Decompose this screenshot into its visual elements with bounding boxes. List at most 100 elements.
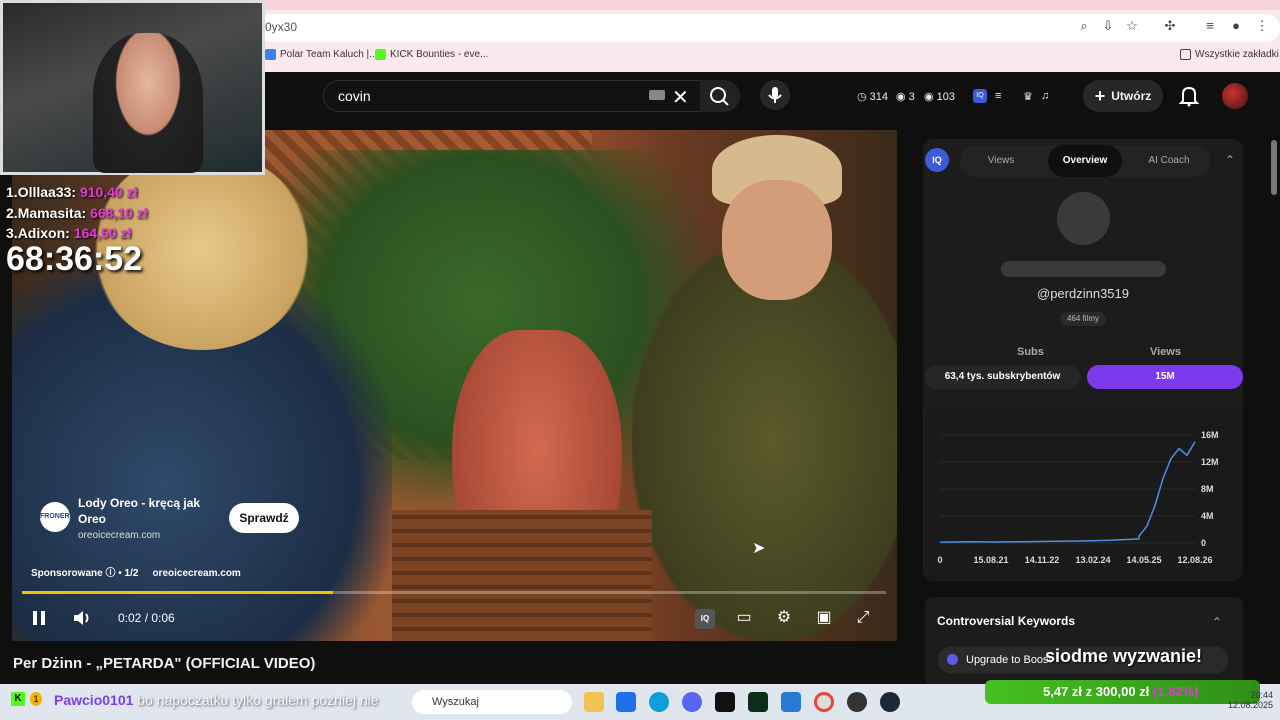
chart-svg: 0 4M 8M 12M 16M 0 15.08.21 14.11.22 13.02.24 14.0… <box>937 430 1219 565</box>
tab-views[interactable]: Views <box>970 145 1032 177</box>
extensions-icon[interactable]: ✣ <box>1162 18 1178 34</box>
notifications-button[interactable] <box>1178 84 1200 113</box>
ad-domain[interactable]: oreoicecream.com <box>78 530 160 541</box>
face-right <box>722 180 832 300</box>
vidiq-logo[interactable]: IQ <box>925 148 949 172</box>
collapse-icon[interactable]: ⌃ <box>1225 153 1235 167</box>
bell-small-icon[interactable]: ♫ <box>1041 90 1049 102</box>
x-tick-label: 14.11.22 <box>1025 555 1060 565</box>
bookmark-kick[interactable]: KICK Bounties - eve... <box>375 49 488 60</box>
obs-icon[interactable] <box>847 692 867 712</box>
trophy-icon[interactable]: ♛ <box>1023 90 1033 103</box>
views-value[interactable]: 15M <box>1087 365 1243 389</box>
x-tick-label: 13.02.24 <box>1075 555 1110 565</box>
scroll-thumb[interactable] <box>1271 140 1277 195</box>
kick-icon <box>375 49 386 60</box>
subathon-timer: 68:36:52 <box>6 240 143 278</box>
views-label: Views <box>1150 346 1181 358</box>
y-tick-label: 0 <box>1201 538 1206 548</box>
search-box[interactable] <box>323 80 703 112</box>
voice-search-button[interactable] <box>760 80 790 110</box>
tab-ai-coach[interactable]: AI Coach <box>1134 145 1204 177</box>
page-scrollbar[interactable] <box>1268 130 1280 684</box>
install-icon[interactable]: ⇩ <box>1100 18 1116 34</box>
volume-icon <box>74 611 89 625</box>
bell-icon <box>1178 86 1200 107</box>
edge-icon[interactable] <box>649 692 669 712</box>
account-avatar[interactable] <box>1222 83 1248 109</box>
time-display: 0:02 / 0:06 <box>118 611 175 625</box>
video-title: Per Dżinn - „PETARDA" (OFFICIAL VIDEO) <box>13 655 316 672</box>
folder-icon <box>1180 49 1191 60</box>
store-icon[interactable] <box>616 692 636 712</box>
subtitles-icon[interactable]: ▭ <box>734 608 754 628</box>
profile-icon[interactable]: ● <box>1228 18 1244 34</box>
y-tick-label: 8M <box>1201 484 1214 494</box>
tab-overview[interactable]: Overview <box>1048 145 1122 177</box>
ad-title[interactable]: Lody Oreo - kręcą jak Oreo <box>78 495 218 527</box>
file-explorer-icon[interactable] <box>584 692 604 712</box>
fullscreen-icon[interactable]: ⤢ <box>853 608 873 628</box>
bench <box>392 510 652 641</box>
list-icon[interactable]: ≡ <box>995 90 1001 102</box>
advertiser-logo[interactable]: FRONERI <box>40 502 72 532</box>
taskbar-search[interactable]: Wyszukaj <box>412 690 572 714</box>
bookmarks-folder[interactable]: Wszystkie zakładki <box>1180 49 1279 60</box>
keywords-collapse-icon[interactable]: ⌃ <box>1212 615 1222 629</box>
eye-stat-2: ◉ 103 <box>924 91 956 103</box>
donation-goal: 5,47 zł z 300,00 zł (1.82%) <box>985 680 1260 704</box>
bookmark-polar[interactable]: Polar Team Kaluch |... <box>265 49 377 60</box>
vidiq-player-icon[interactable]: IQ <box>695 609 715 629</box>
views-chart: 0 4M 8M 12M 16M 0 15.08.21 14.11.22 13.02.24 14.0… <box>925 405 1243 580</box>
y-tick-label: 4M <box>1201 511 1214 521</box>
channel-handle[interactable]: @perdzinn3519 <box>1000 286 1166 301</box>
leaderboard-row: 2.Mamasita: 668,10 zł <box>6 205 148 221</box>
vidiq-header-icon[interactable]: IQ <box>973 89 987 103</box>
leaderboard-row: 3.Adixon: 164,50 zł <box>6 225 132 241</box>
streamer <box>93 33 203 173</box>
url-text[interactable]: 0yx30 <box>265 20 297 34</box>
eye-icon: ◉ <box>896 91 906 103</box>
theater-mode-icon[interactable]: ▣ <box>814 608 834 628</box>
eye-icon: ◉ <box>924 91 934 103</box>
badge-icon: 1 <box>30 692 42 706</box>
leaderboard-row: 1.Olllaa33: 910,40 zł <box>6 184 138 200</box>
nvidia-icon[interactable] <box>748 692 768 712</box>
volume-button[interactable] <box>72 608 92 628</box>
reading-list-icon[interactable]: ≡ <box>1202 18 1218 34</box>
clock-stat: ◷ 314 <box>857 91 889 103</box>
tiktok-icon[interactable] <box>715 692 735 712</box>
create-button[interactable]: + Utwórz <box>1083 80 1163 112</box>
menu-icon[interactable]: ⋮ <box>1254 18 1270 34</box>
search-button[interactable] <box>700 80 740 112</box>
mouse-cursor-icon: ➤ <box>752 540 766 557</box>
chrome-icon[interactable] <box>814 692 834 712</box>
clock-icon: ◷ <box>857 91 867 103</box>
boost-icon <box>947 654 958 665</box>
discord-icon[interactable] <box>682 692 702 712</box>
y-tick-label: 12M <box>1201 457 1219 467</box>
ad-meta: Sponsorowane ⓘ • 1/2 oreoicecream.com <box>31 568 241 579</box>
zoom-icon[interactable]: ⌕ <box>1076 18 1092 34</box>
steam-icon[interactable] <box>880 692 900 712</box>
search-input[interactable]: covin <box>338 88 371 104</box>
app-icon[interactable] <box>781 692 801 712</box>
challenge-text: siodme wyzwanie! <box>1045 646 1203 666</box>
x-tick-label: 12.08.26 <box>1177 555 1212 565</box>
subs-value[interactable]: 63,4 tys. subskrybentów <box>925 365 1080 389</box>
settings-icon[interactable]: ⚙ <box>774 608 794 628</box>
person-right <box>632 240 897 641</box>
channel-avatar[interactable] <box>1057 192 1110 245</box>
star-icon[interactable]: ☆ <box>1124 18 1140 34</box>
keyboard-icon[interactable] <box>649 90 665 100</box>
views-line <box>939 441 1196 544</box>
ad-cta-button[interactable]: Sprawdź <box>229 503 299 533</box>
channel-name-placeholder <box>1001 261 1166 277</box>
webcam-overlay <box>0 0 265 175</box>
info-icon[interactable]: ⓘ <box>105 568 115 579</box>
chat-message: Pawcio0101 bo napoczatku tylko gralem po… <box>54 692 379 708</box>
pause-icon <box>33 611 45 625</box>
pause-button[interactable] <box>29 608 49 628</box>
clear-search-icon[interactable]: ✕ <box>672 85 689 110</box>
y-tick-label: 16M <box>1201 430 1219 440</box>
